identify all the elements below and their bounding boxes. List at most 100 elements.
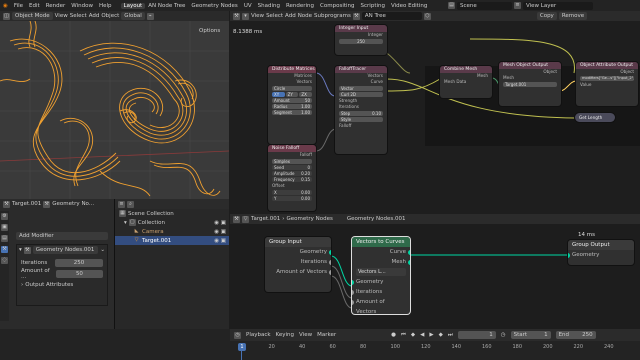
timeline-menu-view[interactable]: View [299, 332, 312, 338]
outliner-item-target[interactable]: ▽ Target.001 ◉ ▣ [115, 236, 229, 245]
viewport-menu-select[interactable]: Select [70, 13, 87, 19]
editor-type-icon[interactable]: ◫ [3, 12, 10, 20]
physics-tab-icon[interactable]: ◌ [1, 257, 8, 264]
viewport-menu-add[interactable]: Add [89, 13, 100, 19]
modifier-tab-icon[interactable]: ⚒ [1, 246, 8, 253]
preview-range-icon[interactable]: ◷ [501, 332, 506, 338]
offset-y-field[interactable]: Y 0.00 [272, 196, 312, 201]
segment-field[interactable]: Segment 1.00 [272, 110, 312, 115]
noise-falloff-node[interactable]: Noise Falloff Falloff Simplex Seed 0 Ampl… [268, 145, 316, 211]
jump-start-icon[interactable]: ⏮ [401, 332, 406, 339]
get-length-node[interactable]: Get Length [575, 113, 615, 122]
snap-icon[interactable]: ⌁ [146, 12, 154, 20]
vtc-vectors-field[interactable]: Vectors L... [356, 268, 406, 276]
outliner-scene-collection[interactable]: ▦ Scene Collection [115, 209, 229, 218]
view-layer-field[interactable]: View Layer [523, 1, 593, 10]
outliner-editor-icon[interactable]: ≡ [118, 200, 125, 208]
wrench-icon[interactable]: ⚒ [3, 200, 10, 208]
seed-field[interactable]: Seed 0 [272, 165, 312, 170]
mesh-object-output-node[interactable]: Mesh Object Output Object Mesh Target.00… [499, 62, 561, 106]
distribute-matrices-node[interactable]: Distribute Matrices Matrices Vectors Cir… [268, 66, 316, 144]
tab-compositing[interactable]: Compositing [317, 3, 357, 9]
noise-type-dropdown[interactable]: Simplex [272, 159, 312, 164]
output-attributes-row[interactable]: › Output Attributes [17, 279, 107, 290]
amount-field[interactable]: 50 [55, 269, 103, 278]
timeline-ruler[interactable]: 20 40 60 80 100 120 140 160 180 200 220 240 1 [230, 341, 640, 360]
output-geometry-socket[interactable] [568, 252, 570, 258]
menu-edit[interactable]: Edit [26, 3, 43, 9]
jump-end-icon[interactable]: ⏭ [448, 332, 453, 339]
orientation-dropdown[interactable]: Global [121, 12, 145, 20]
group-input-node[interactable]: Group Input Geometry Iterations Amount o… [265, 237, 331, 292]
viewport-menu-object[interactable]: Object [101, 13, 119, 19]
distribute-mode-dropdown[interactable]: Circle [272, 86, 312, 91]
object-attribute-output-node[interactable]: Object Attribute Output Object modifiers… [576, 62, 638, 106]
vectors-to-curves-node[interactable]: Vectors to Curves Curve Mesh Vectors L..… [352, 237, 410, 314]
timeline-editor-icon[interactable]: ◷ [234, 331, 241, 339]
group-output-node[interactable]: Group Output Geometry [568, 240, 634, 265]
mesh-output-target-field[interactable]: Target.001 [503, 82, 557, 87]
menu-file[interactable]: File [11, 3, 26, 9]
tab-rendering[interactable]: Rendering [283, 3, 317, 9]
tracer-vector-field[interactable]: Vector [339, 86, 383, 91]
viewport-menu-view[interactable]: View [55, 13, 68, 19]
geometry-socket[interactable] [329, 249, 331, 255]
amount-field[interactable]: Amount 50 [272, 98, 312, 103]
geometry-nodes-editor[interactable]: ⚒ ▽ Target.001 › Geometry Nodes Geometry… [230, 214, 640, 329]
combine-mesh-node[interactable]: Combine Mesh Mesh Mesh Data [440, 66, 492, 98]
curve-socket[interactable] [408, 249, 410, 255]
amplitude-field[interactable]: Amplitude 0.20 [272, 171, 312, 176]
radius-field[interactable]: Radius 1.00 [272, 104, 312, 109]
vtc-geometry-socket[interactable] [352, 279, 354, 285]
tracer-mode-dropdown[interactable]: Curl 2D [339, 92, 383, 97]
offset-x-field[interactable]: X 0.00 [272, 190, 312, 195]
timeline-menu-playback[interactable]: Playback [246, 332, 271, 338]
menu-window[interactable]: Window [68, 3, 96, 9]
integer-value-field[interactable]: 250 [339, 39, 383, 44]
mode-dropdown[interactable]: Object Mode [12, 12, 53, 20]
render-tab-icon[interactable]: ▣ [1, 224, 8, 231]
current-frame-field[interactable]: 1 [457, 331, 496, 339]
next-key-icon[interactable]: ◆ [439, 332, 443, 338]
tab-shading[interactable]: Shading [255, 3, 283, 9]
axis-zx-toggle[interactable]: ZX [299, 92, 313, 97]
properties-modifier-tab[interactable]: Geometry No... [52, 201, 94, 207]
visibility-icon[interactable]: ◉ ▣ [214, 220, 229, 226]
play-reverse-icon[interactable]: ◀ [420, 332, 424, 338]
mesh-socket[interactable] [408, 259, 410, 265]
expand-chevron-icon[interactable]: ▾ [19, 247, 22, 253]
prev-key-icon[interactable]: ◆ [411, 332, 415, 338]
target-visibility-icon[interactable]: ◉ ▣ [214, 238, 229, 244]
add-modifier-button[interactable]: Add Modifier [16, 232, 108, 240]
tab-layout[interactable]: Layout [120, 2, 146, 9]
vtc-amount-socket[interactable] [352, 299, 354, 305]
end-frame-field[interactable]: End 250 [555, 331, 596, 339]
record-icon[interactable]: ● [391, 332, 396, 338]
menu-help[interactable]: Help [96, 3, 115, 9]
output-tab-icon[interactable]: ▤ [1, 235, 8, 242]
an-node-editor[interactable]: ⚒ ▾ View Select Add Node Subprograms ⚒ A… [230, 11, 640, 214]
integer-input-node[interactable]: Integer Input Integer 250 [335, 25, 387, 55]
scene-name-field[interactable]: Scene [457, 1, 512, 10]
amount-socket[interactable] [329, 269, 331, 275]
outliner-item-collection[interactable]: ▾ ▢ Collection ◉ ▣ [115, 218, 229, 227]
tab-an-node-tree[interactable]: AN Node Tree [145, 3, 188, 9]
tab-uv[interactable]: UV [241, 3, 255, 9]
vtc-iterations-socket[interactable] [352, 289, 354, 295]
tracer-step-field[interactable]: Step 0.10 [339, 111, 383, 116]
axis-zy-toggle[interactable]: ZY [285, 92, 299, 97]
outliner-item-camera[interactable]: ◣ Camera ◉ ▣ [115, 227, 229, 236]
tab-geometry-nodes[interactable]: Geometry Nodes [188, 3, 240, 9]
camera-visibility-icon[interactable]: ◉ ▣ [214, 229, 229, 235]
tab-scripting[interactable]: Scripting [358, 3, 388, 9]
modifier-menu-icon[interactable]: ⌄ [100, 247, 105, 253]
iterations-field[interactable]: 250 [55, 258, 103, 267]
playhead[interactable]: 1 [238, 343, 246, 351]
blender-logo-icon[interactable]: ◉ [0, 3, 11, 9]
tracer-style-field[interactable]: Style [339, 117, 383, 122]
modifier-name-field[interactable]: Geometry Nodes.001 [32, 246, 99, 254]
attr-path-field[interactable]: modifiers["Ge...s"]["Input_2"] [580, 76, 634, 81]
frequency-field[interactable]: Frequency 0.15 [272, 177, 312, 182]
tab-video-editing[interactable]: Video Editing [388, 3, 430, 9]
falloff-tracer-node[interactable]: FalloffTracer Vectors Curve Vector Curl … [335, 66, 387, 154]
